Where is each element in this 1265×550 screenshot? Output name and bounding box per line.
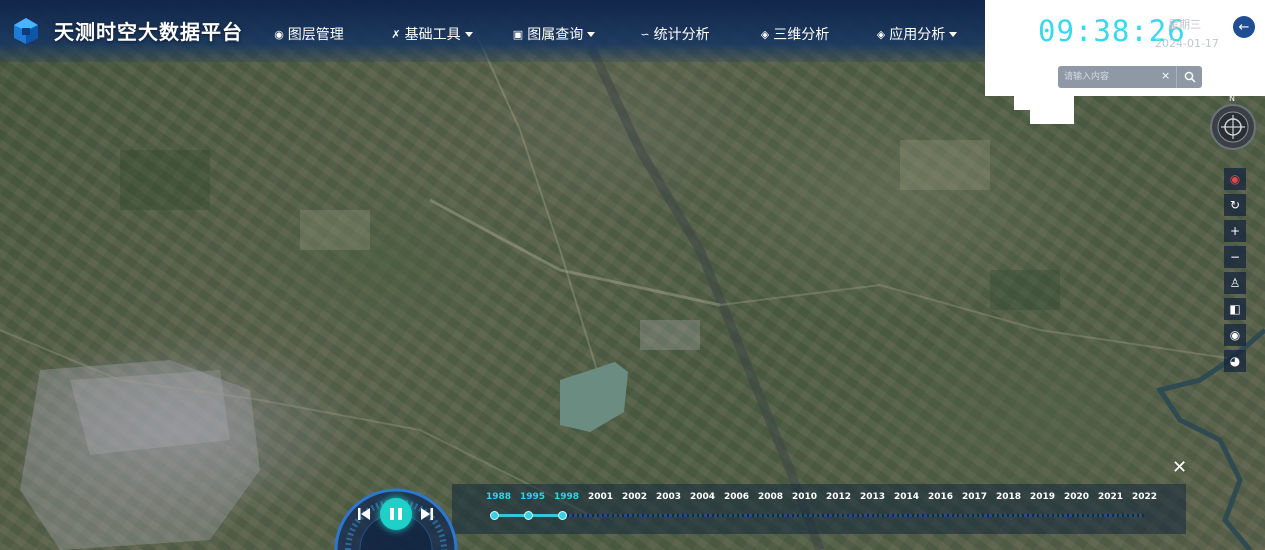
timeline-node-1995[interactable] <box>524 511 533 520</box>
timeline-node-1998[interactable] <box>558 511 567 520</box>
back-button[interactable]: ← <box>1233 16 1255 38</box>
year-2014[interactable]: 2014 <box>894 492 919 502</box>
pause-icon <box>388 508 404 520</box>
year-1998[interactable]: 1998 <box>554 492 579 502</box>
field-block <box>900 140 990 190</box>
skip-previous-icon <box>358 508 370 520</box>
refresh-button[interactable]: ↻ <box>1224 194 1246 216</box>
zoom-out-icon: − <box>1229 250 1241 264</box>
date-label: 2024-01-17 <box>1155 37 1219 50</box>
nav-layer-management[interactable]: ◉ 图层管理 <box>262 18 356 50</box>
zoom-in-button[interactable]: + <box>1224 220 1246 242</box>
year-2002[interactable]: 2002 <box>622 492 647 502</box>
nav-statistics[interactable]: ∽ 统计分析 <box>626 18 724 50</box>
search-input[interactable] <box>1064 69 1160 85</box>
app-title: 天测时空大数据平台 <box>54 20 243 44</box>
road <box>469 19 601 381</box>
nav-label: 应用分析 <box>889 27 946 43</box>
year-2020[interactable]: 2020 <box>1064 492 1089 502</box>
year-2018[interactable]: 2018 <box>996 492 1021 502</box>
nav-label: 基础工具 <box>404 27 461 43</box>
field-block <box>990 270 1060 310</box>
visibility-button[interactable]: ◉ <box>1224 324 1246 346</box>
compass-icon <box>1210 104 1256 150</box>
field-block <box>300 210 370 250</box>
reservoir <box>560 362 628 432</box>
chevron-down-icon <box>949 31 958 37</box>
timeline-node-1988[interactable] <box>490 511 499 520</box>
chevron-down-icon <box>587 31 596 37</box>
year-2012[interactable]: 2012 <box>826 492 851 502</box>
cube-logo-icon <box>14 18 38 44</box>
close-timeline-button[interactable]: ✕ <box>1172 457 1187 478</box>
year-2001[interactable]: 2001 <box>588 492 613 502</box>
nav-label: 图属查询 <box>527 27 584 43</box>
compass[interactable]: N <box>1209 94 1257 151</box>
nav-label: 图层管理 <box>287 27 344 43</box>
weekday-label: 星期三 <box>1168 18 1201 31</box>
year-2021[interactable]: 2021 <box>1098 492 1123 502</box>
north-label: N <box>1229 94 1235 103</box>
road <box>719 283 1241 361</box>
query-icon: ▣ <box>512 27 524 41</box>
urban-area-core <box>70 370 230 455</box>
field-block <box>640 320 700 350</box>
cube-icon: ◈ <box>760 27 770 41</box>
previous-button[interactable] <box>355 505 373 523</box>
arrow-left-icon: ← <box>1238 19 1250 35</box>
nav-basic-tools[interactable]: ✗ 基础工具 <box>378 18 486 50</box>
zoom-out-button[interactable]: − <box>1224 246 1246 268</box>
globe-icon: ◕ <box>1229 354 1241 368</box>
panel-notch <box>1030 110 1074 124</box>
split-view-button[interactable]: ◧ <box>1224 298 1246 320</box>
clear-icon[interactable]: × <box>1161 69 1170 82</box>
split-view-icon: ◧ <box>1229 302 1241 316</box>
location-pin-button[interactable]: ◉ <box>1224 168 1246 190</box>
location-pin-icon: ◉ <box>1229 172 1241 186</box>
nav-3d-analysis[interactable]: ◈ 三维分析 <box>746 18 844 50</box>
search-button[interactable] <box>1176 66 1203 88</box>
apps-icon: ◈ <box>876 27 886 41</box>
street-view-button[interactable]: ♙ <box>1224 272 1246 294</box>
year-2022[interactable]: 2022 <box>1132 492 1157 502</box>
eye-icon: ◉ <box>1229 328 1241 342</box>
year-2003[interactable]: 2003 <box>656 492 681 502</box>
search-icon <box>1184 71 1196 83</box>
nav-label: 三维分析 <box>773 27 830 43</box>
year-2010[interactable]: 2010 <box>792 492 817 502</box>
year-2013[interactable]: 2013 <box>860 492 885 502</box>
chevron-down-icon <box>464 31 473 37</box>
layers-icon: ◉ <box>274 27 284 41</box>
field-block <box>120 150 210 210</box>
panel-notch <box>1014 96 1074 110</box>
year-2004[interactable]: 2004 <box>690 492 715 502</box>
globe-button[interactable]: ◕ <box>1224 350 1246 372</box>
year-2019[interactable]: 2019 <box>1030 492 1055 502</box>
nav-attribute-query[interactable]: ▣ 图属查询 <box>500 18 608 50</box>
year-2006[interactable]: 2006 <box>724 492 749 502</box>
timeline-track[interactable] <box>494 514 1144 517</box>
year-2016[interactable]: 2016 <box>928 492 953 502</box>
next-button[interactable] <box>418 505 436 523</box>
nav-label: 统计分析 <box>653 27 710 43</box>
nav-application-analysis[interactable]: ◈ 应用分析 <box>862 18 972 50</box>
search-box: × <box>1058 66 1202 88</box>
close-icon: ✕ <box>1172 457 1188 478</box>
skip-next-icon <box>421 508 433 520</box>
chart-icon: ∽ <box>640 27 650 41</box>
year-1988[interactable]: 1988 <box>486 492 511 502</box>
pause-button[interactable] <box>380 498 412 530</box>
street-view-icon: ♙ <box>1229 276 1241 290</box>
year-2008[interactable]: 2008 <box>758 492 783 502</box>
tools-icon: ✗ <box>391 27 401 41</box>
year-2017[interactable]: 2017 <box>962 492 987 502</box>
refresh-icon: ↻ <box>1229 198 1241 212</box>
year-1995[interactable]: 1995 <box>520 492 545 502</box>
top-navbar: 天测时空大数据平台 ◉ 图层管理 ✗ 基础工具 ▣ 图属查询 ∽ 统计分析 ◈ … <box>0 0 985 62</box>
zoom-in-icon: + <box>1229 224 1241 238</box>
